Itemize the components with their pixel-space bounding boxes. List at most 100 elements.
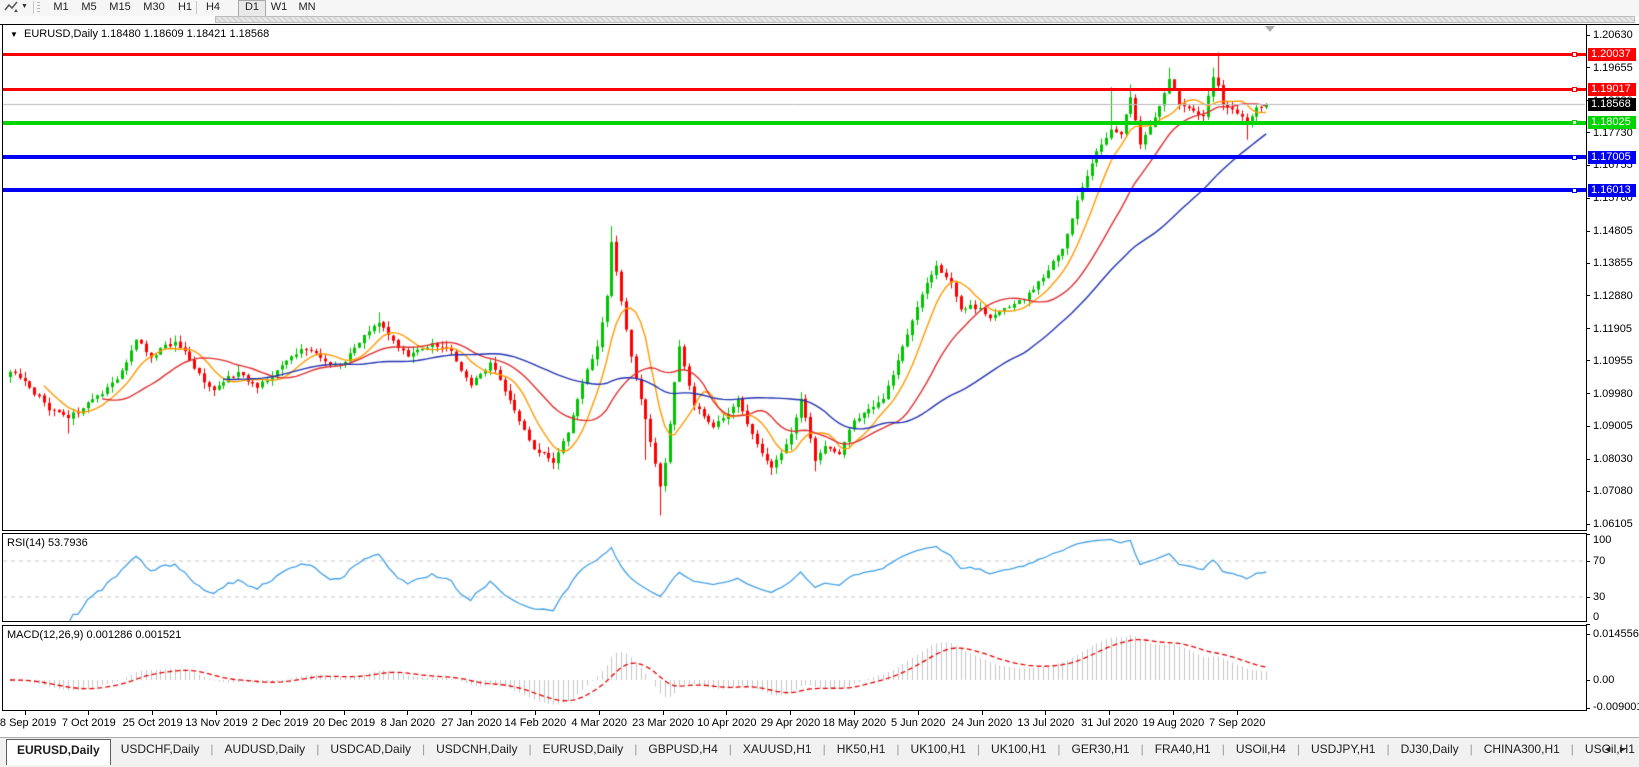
date-axis-label: 27 Jan 2020 [441,717,502,729]
chart-tab-UK100-H1[interactable]: UK100,H1 [901,738,976,764]
chart-tab-GBPUSD-H4[interactable]: GBPUSD,H4 [638,738,727,764]
price-axis-tick [1586,360,1590,362]
macd-label: MACD(12,26,9) 0.001286 0.001521 [7,629,182,641]
level-line-handle[interactable] [1572,120,1577,126]
macd-axis-tick [1586,679,1590,681]
rsi-label: RSI(14) 53.7936 [7,537,88,549]
date-axis-tick [407,711,409,715]
date-axis-tick [662,711,664,715]
resistance-line-1.19017[interactable] [3,87,1586,91]
price-axis-tick [1586,523,1590,525]
chart-tab-DJ30-Daily[interactable]: DJ30,Daily [1391,738,1469,764]
chart-tab-USDCAD-Daily[interactable]: USDCAD,Daily [320,738,421,764]
chart-tab-XAUUSD-H1[interactable]: XAUUSD,H1 [733,738,822,764]
level-line-handle[interactable] [1572,52,1577,58]
price-axis-tick [1586,458,1590,460]
chart-title-collapse-icon[interactable]: ▼ [10,29,18,41]
price-axis-tick [1586,490,1590,492]
price-axis-tick [1586,328,1590,330]
date-axis-label: 4 Mar 2020 [571,717,628,729]
date-axis-tick [917,711,919,715]
chart-canvas[interactable] [0,0,1639,767]
date-axis-tick [1045,711,1047,715]
date-axis-tick [1236,711,1238,715]
price-axis-label: 1.12880 [1593,289,1633,302]
support-line-1.16013[interactable] [3,188,1586,193]
macd-axis-tick [1586,633,1590,635]
tabs-scroll-right-icon[interactable]: ► [1618,744,1633,754]
chart-tab-USDCHF-Daily[interactable]: USDCHF,Daily [111,738,210,764]
date-axis-tick [534,711,536,715]
price-axis-label: 1.14805 [1593,225,1633,238]
date-axis-tick [726,711,728,715]
macd-axis-tick [1586,707,1590,709]
level-price-tag[interactable]: 1.16013 [1588,183,1636,197]
date-axis-label: 14 Feb 2020 [504,717,567,729]
support-line-1.17005[interactable] [3,155,1586,160]
chart-tab-USDJPY-H1[interactable]: USDJPY,H1 [1301,738,1385,764]
price-axis-tick [1586,393,1590,395]
level-price-tag[interactable]: 1.18025 [1588,116,1636,130]
level-line-handle[interactable] [1572,187,1577,193]
date-axis-label: 18 May 2020 [822,717,887,729]
rsi-axis-tick [1586,560,1590,562]
chart-tab-EURUSD-Daily[interactable]: EURUSD,Daily [533,738,634,764]
tabs-scroll-left-icon[interactable]: ◄ [1603,744,1618,754]
date-axis-label: 20 Dec 2019 [312,717,376,729]
price-axis-label: 1.07080 [1593,485,1633,498]
date-axis-label: 19 Aug 2020 [1142,717,1205,729]
resistance-line-1.20037[interactable] [3,53,1586,57]
price-axis-tick [1586,230,1590,232]
level-price-tag[interactable]: 1.17005 [1588,150,1636,164]
macd-axis-label: 0.014556 [1593,628,1639,641]
price-axis-label: 1.13855 [1593,257,1633,270]
chart-tab-AUDUSD-Daily[interactable]: AUDUSD,Daily [215,738,316,764]
date-axis-label: 8 Jan 2020 [380,717,436,729]
chart-shift-marker-icon[interactable] [1265,26,1275,32]
chart-tab-FRA40-H1[interactable]: FRA40,H1 [1145,738,1221,764]
price-axis-label: 1.11905 [1593,322,1632,335]
chart-tab-USOil-H4[interactable]: USOil,H4 [1226,738,1296,764]
price-axis-label: 1.10955 [1593,354,1633,367]
price-axis-tick [1586,197,1590,199]
rsi-axis-label: 30 [1593,591,1606,603]
level-line-handle[interactable] [1572,86,1577,92]
date-axis-label: 13 Jul 2020 [1017,717,1075,729]
chart-tab-list: EURUSD,Daily USDCHF,Daily | AUDUSD,Daily | US… [6,738,1639,765]
date-axis-tick [88,711,90,715]
date-axis-label: 2 Dec 2019 [252,717,309,729]
price-axis-label: 1.09005 [1593,420,1633,433]
macd-axis-label: 0.00 [1593,674,1615,686]
price-axis-label: 1.20630 [1593,29,1633,41]
date-axis-label: 7 Oct 2019 [61,717,116,729]
price-axis-label: 1.09980 [1593,387,1633,400]
rsi-axis-label: 70 [1593,555,1606,567]
date-axis-label: 13 Nov 2019 [185,717,248,729]
price-axis-tick [1586,132,1590,134]
date-axis-tick [1172,711,1174,715]
macd-axis-label: -0.009001 [1593,701,1639,713]
price-axis-tick [1586,425,1590,427]
chart-tab-UK100-H1[interactable]: UK100,H1 [981,738,1056,764]
chart-tab-EURUSD-Daily[interactable]: EURUSD,Daily [6,739,111,765]
date-axis-tick [24,711,26,715]
chart-title: EURUSD,Daily 1.18480 1.18609 1.18421 1.1… [24,28,270,40]
chart-tab-CHINA300-H1[interactable]: CHINA300,H1 [1474,738,1570,764]
chart-tab-HK50-H1[interactable]: HK50,H1 [827,738,896,764]
level-price-tag[interactable]: 1.19017 [1588,82,1636,96]
date-axis-tick [1109,711,1111,715]
price-axis-label: 1.19655 [1593,61,1633,74]
level-line-handle[interactable] [1572,154,1577,160]
date-axis-label: 31 Jul 2020 [1081,717,1139,729]
level-price-tag[interactable]: 1.20037 [1588,48,1636,62]
rsi-axis-tick [1586,623,1590,625]
date-axis-tick [152,711,154,715]
chart-tab-USDCNH-Daily[interactable]: USDCNH,Daily [426,738,527,764]
chart-tab-GER30-H1[interactable]: GER30,H1 [1062,738,1140,764]
support-line-1.18025[interactable] [3,120,1586,125]
date-axis-tick [471,711,473,715]
price-axis-label: 1.08030 [1593,453,1633,466]
date-axis-label: 29 Apr 2020 [760,717,821,729]
price-axis-tick [1586,262,1590,264]
rsi-axis-tick [1586,533,1590,535]
